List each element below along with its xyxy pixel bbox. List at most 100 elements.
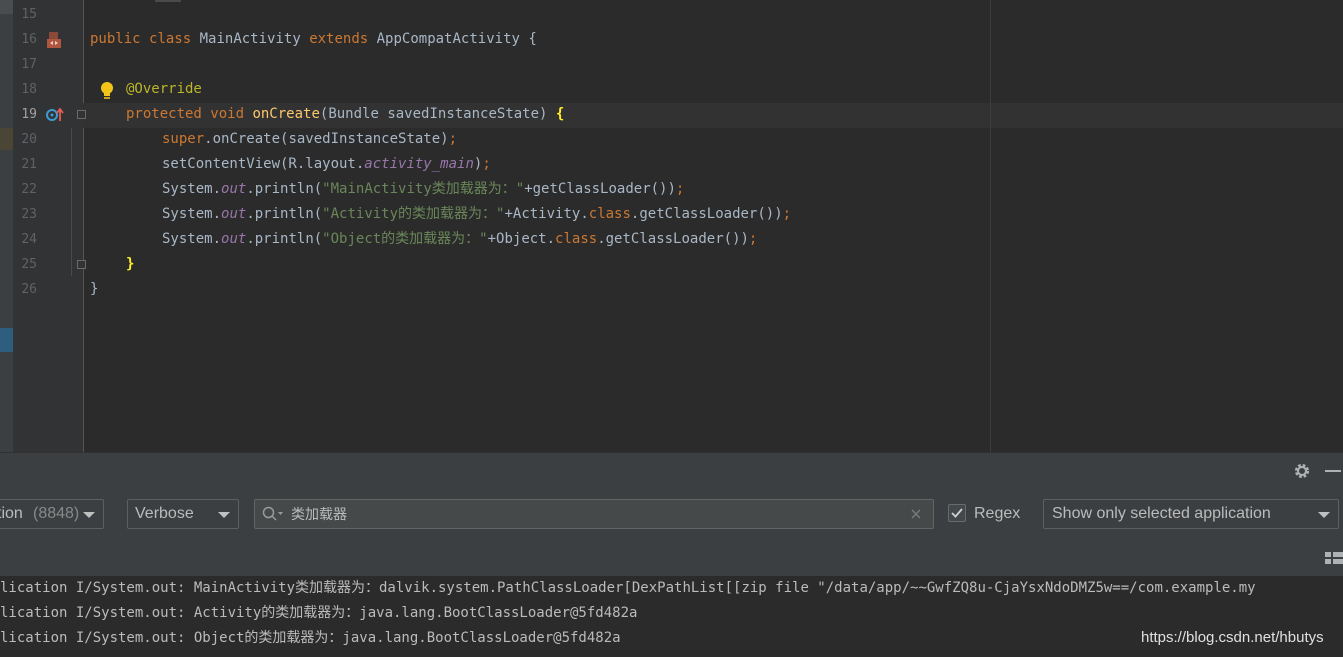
line-number: 26: [21, 282, 37, 297]
chevron-down-icon: [1318, 512, 1330, 518]
line-number: 17: [21, 57, 37, 72]
class-run-icon[interactable]: [46, 30, 64, 50]
log-line[interactable]: lication I/System.out: Object的类加载器为：java…: [0, 626, 621, 651]
token-keyword: super: [162, 131, 205, 147]
intention-bulb-icon[interactable]: [99, 81, 115, 101]
line-number: 18: [21, 82, 37, 97]
filter-select[interactable]: Show only selected application: [1043, 499, 1339, 529]
token-string: "MainActivity类加载器为：": [322, 181, 525, 197]
code-line-21[interactable]: setContentView(R.layout.activity_main);: [162, 152, 491, 177]
token-string: "Object的类加载器为：": [322, 231, 488, 247]
token-semicolon: ;: [675, 181, 685, 197]
right-margin-guide: [990, 0, 991, 452]
process-select[interactable]: tion (8848): [0, 499, 104, 529]
token-static-field: out: [221, 181, 247, 197]
line-number: 15: [21, 7, 37, 22]
code-line-22[interactable]: System.out.println("MainActivity类加载器为："+…: [162, 177, 684, 202]
token-call: .println(: [246, 206, 323, 222]
code-line-23[interactable]: System.out.println("Activity的类加载器为："+Act…: [162, 202, 791, 227]
token-semicolon: ;: [448, 131, 458, 147]
token-brace: }: [126, 256, 135, 272]
token-semicolon: ;: [748, 231, 758, 247]
code-line-26[interactable]: }: [90, 277, 98, 302]
token-brace: }: [90, 281, 99, 297]
token-annotation: @Override: [126, 81, 202, 97]
left-strip-marker: [0, 328, 13, 352]
code-line-20[interactable]: super.onCreate(savedInstanceState);: [162, 127, 457, 152]
token-call: +getClassLoader()): [524, 181, 676, 197]
line-number: 24: [21, 232, 37, 247]
token-brace: {: [555, 106, 565, 122]
token-class-ref: System.: [162, 206, 222, 222]
log-level-select[interactable]: Verbose: [127, 499, 239, 529]
log-line[interactable]: lication I/System.out: Activity的类加载器为：ja…: [0, 601, 637, 626]
left-tool-strip: [0, 0, 13, 452]
token-call: .getClassLoader()): [597, 231, 749, 247]
token-keyword: class: [588, 206, 631, 222]
left-strip-marker: [0, 0, 13, 14]
token-class-ref: System.: [162, 181, 222, 197]
token-keyword: public: [90, 31, 141, 47]
line-number: 23: [21, 207, 37, 222]
override-method-icon[interactable]: [45, 106, 65, 124]
log-line[interactable]: lication I/System.out: MainActivity类加载器为…: [0, 576, 1256, 601]
process-label: tion: [0, 505, 23, 522]
line-number: 22: [21, 182, 37, 197]
fold-guide: [71, 128, 72, 276]
code-line-18[interactable]: @Override: [126, 77, 202, 102]
token-class-ref: +Object.: [487, 231, 556, 247]
code-line-16[interactable]: public class MainActivity extends AppCom…: [90, 27, 537, 52]
scroll-marker: [155, 0, 181, 2]
token-call: .onCreate(savedInstanceState): [204, 131, 449, 147]
code-line-24[interactable]: System.out.println("Object的类加载器为："+Objec…: [162, 227, 757, 252]
code-line-25[interactable]: }: [126, 252, 134, 277]
token-keyword: class: [555, 231, 598, 247]
line-number-current: 19: [21, 107, 37, 122]
token-static-field: out: [221, 206, 247, 222]
regex-checkbox[interactable]: [948, 504, 966, 522]
minimize-icon[interactable]: [1325, 470, 1341, 472]
token-string: "Activity的类加载器为：": [322, 206, 505, 222]
line-number: 20: [21, 132, 37, 147]
fold-toggle[interactable]: [77, 110, 86, 119]
token-method-name: onCreate: [252, 106, 320, 122]
search-icon[interactable]: [262, 506, 284, 522]
layout-icon[interactable]: [1325, 550, 1343, 568]
code-editor[interactable]: 15 16 17 18 19 20 21 22 23 24 25 26 publ…: [0, 0, 1343, 452]
left-strip-marker: [0, 128, 13, 150]
line-number: 21: [21, 157, 37, 172]
token-class-ref: System.: [162, 231, 222, 247]
token-keyword: protected: [126, 106, 202, 122]
token-call: .println(: [246, 181, 323, 197]
token-keyword: extends: [309, 31, 369, 47]
search-input[interactable]: [291, 500, 891, 528]
token-class-name: MainActivity: [191, 31, 310, 47]
token-call: setContentView(R.layout.: [162, 156, 365, 172]
token-keyword: void: [210, 106, 245, 122]
chevron-down-icon: [83, 512, 95, 518]
token-semicolon: ;: [782, 206, 792, 222]
process-pid: (8848): [33, 505, 80, 522]
token-params: (Bundle savedInstanceState): [319, 106, 556, 122]
code-line-19[interactable]: protected void onCreate(Bundle savedInst…: [126, 102, 564, 127]
log-level-value: Verbose: [135, 505, 194, 522]
line-number: 16: [21, 32, 37, 47]
chevron-down-icon: [218, 512, 230, 518]
check-icon: [951, 508, 963, 518]
logcat-panel-header: [0, 452, 1343, 489]
token-semicolon: ;: [482, 156, 491, 172]
token-call: .getClassLoader()): [630, 206, 783, 222]
gear-icon[interactable]: [1293, 462, 1311, 480]
fold-toggle[interactable]: [77, 260, 86, 269]
token-parent-class: AppCompatActivity {: [368, 31, 537, 47]
token-static-field: activity_main: [364, 156, 474, 172]
line-number: 25: [21, 257, 37, 272]
regex-label[interactable]: Regex: [974, 502, 1020, 526]
logcat-search-box[interactable]: [254, 499, 934, 529]
filter-value: Show only selected application: [1052, 505, 1271, 522]
token-class-ref: +Activity.: [504, 206, 589, 222]
clear-icon[interactable]: [909, 506, 923, 522]
token-call: .println(: [246, 231, 323, 247]
token-keyword: class: [149, 31, 192, 47]
watermark: https://blog.csdn.net/hbutys: [1141, 629, 1324, 646]
